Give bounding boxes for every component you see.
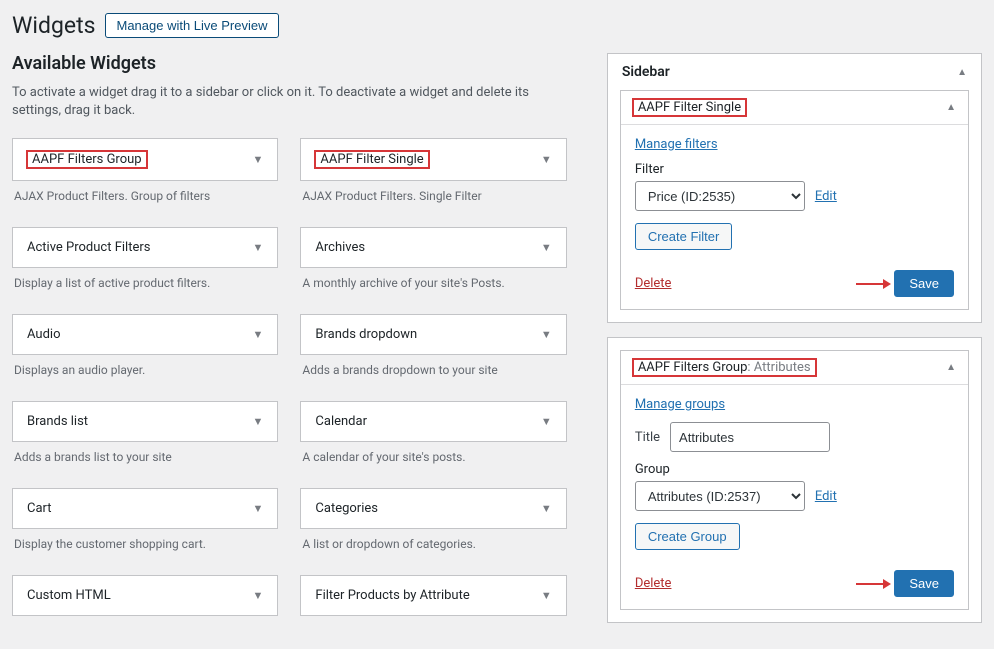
chevron-down-icon[interactable]: ▼ bbox=[253, 328, 264, 341]
available-widget: Cart ▼ Display the customer shopping cart. bbox=[12, 488, 278, 567]
widget-title: Custom HTML bbox=[27, 588, 111, 603]
group-label: Group bbox=[635, 462, 954, 477]
widget-handle[interactable]: Brands dropdown ▼ bbox=[300, 314, 566, 355]
widget-handle[interactable]: Custom HTML ▼ bbox=[12, 575, 278, 616]
widget-description: Display the customer shopping cart. bbox=[12, 529, 278, 567]
widget-subtitle: : Attributes bbox=[747, 360, 810, 375]
chevron-down-icon[interactable]: ▼ bbox=[253, 241, 264, 254]
widget-description: Display a list of active product filters… bbox=[12, 268, 278, 306]
available-widget: Calendar ▼ A calendar of your site's posts… bbox=[300, 401, 566, 480]
chevron-up-icon[interactable]: ▲ bbox=[946, 362, 956, 373]
widget-description: A monthly archive of your site's Posts. bbox=[300, 268, 566, 306]
chevron-up-icon[interactable]: ▲ bbox=[946, 102, 956, 113]
available-widget: Brands dropdown ▼ Adds a brands dropdown t… bbox=[300, 314, 566, 393]
sidebar-widget-filters-group: AAPF Filters Group: Attributes ▲ Manage … bbox=[620, 350, 969, 610]
chevron-down-icon[interactable]: ▼ bbox=[541, 589, 552, 602]
widget-description: A calendar of your site's posts. bbox=[300, 442, 566, 480]
chevron-down-icon[interactable]: ▼ bbox=[253, 415, 264, 428]
filter-label: Filter bbox=[635, 162, 954, 177]
widget-handle[interactable]: Filter Products by Attribute ▼ bbox=[300, 575, 566, 616]
available-widget: AAPF Filters Group ▼ AJAX Product Filters.… bbox=[12, 138, 278, 219]
widget-title: Active Product Filters bbox=[27, 240, 150, 255]
widget-header[interactable]: AAPF Filters Group: Attributes ▲ bbox=[621, 351, 968, 385]
widget-handle[interactable]: Cart ▼ bbox=[12, 488, 278, 529]
available-widget: Archives ▼ A monthly archive of your site'… bbox=[300, 227, 566, 306]
chevron-up-icon[interactable]: ▲ bbox=[957, 67, 967, 78]
sidebar-area-title: Sidebar bbox=[622, 64, 670, 80]
delete-link[interactable]: Delete bbox=[635, 276, 672, 291]
widget-handle[interactable]: Calendar ▼ bbox=[300, 401, 566, 442]
widget-handle[interactable]: Brands list ▼ bbox=[12, 401, 278, 442]
chevron-down-icon[interactable]: ▼ bbox=[253, 502, 264, 515]
live-preview-button[interactable]: Manage with Live Preview bbox=[105, 13, 278, 38]
sidebar-area-header[interactable]: Sidebar ▲ bbox=[608, 54, 981, 90]
widget-handle[interactable]: Categories ▼ bbox=[300, 488, 566, 529]
edit-group-link[interactable]: Edit bbox=[815, 489, 837, 504]
save-button[interactable]: Save bbox=[894, 570, 954, 597]
widget-description: Adds a brands dropdown to your site bbox=[300, 355, 566, 393]
widget-title: Filter Products by Attribute bbox=[315, 588, 469, 603]
available-widget: Brands list ▼ Adds a brands list to your s… bbox=[12, 401, 278, 480]
widget-handle[interactable]: AAPF Filter Single ▼ bbox=[300, 138, 566, 181]
sidebar-area: Sidebar ▲ AAPF Filter Single ▲ Manage fi… bbox=[607, 53, 982, 323]
available-widget: Custom HTML ▼ bbox=[12, 575, 278, 616]
create-filter-button[interactable]: Create Filter bbox=[635, 223, 733, 250]
available-widgets-heading: Available Widgets bbox=[12, 53, 567, 74]
widget-handle[interactable]: Active Product Filters ▼ bbox=[12, 227, 278, 268]
widget-title: AAPF Filters Group bbox=[638, 360, 748, 375]
widget-description: Displays an audio player. bbox=[12, 355, 278, 393]
chevron-down-icon[interactable]: ▼ bbox=[253, 589, 264, 602]
chevron-down-icon[interactable]: ▼ bbox=[541, 415, 552, 428]
widget-handle[interactable]: AAPF Filters Group ▼ bbox=[12, 138, 278, 181]
widget-description: AJAX Product Filters. Single Filter bbox=[300, 181, 566, 219]
widget-title: AAPF Filter Single bbox=[633, 99, 746, 116]
manage-groups-link[interactable]: Manage groups bbox=[635, 397, 725, 412]
arrow-right-icon bbox=[856, 283, 886, 285]
widget-title-wrap: AAPF Filters Group: Attributes bbox=[633, 359, 816, 376]
widget-title: AAPF Filter Single bbox=[315, 151, 428, 168]
widget-title: Brands list bbox=[27, 414, 88, 429]
widget-title: Cart bbox=[27, 501, 52, 516]
available-widget: Categories ▼ A list or dropdown of categor… bbox=[300, 488, 566, 567]
available-widget: Filter Products by Attribute ▼ bbox=[300, 575, 566, 616]
widget-handle[interactable]: Audio ▼ bbox=[12, 314, 278, 355]
chevron-down-icon[interactable]: ▼ bbox=[541, 502, 552, 515]
widget-title: Audio bbox=[27, 327, 60, 342]
available-widget: Active Product Filters ▼ Display a list of… bbox=[12, 227, 278, 306]
sidebar-widget-filters-group-wrapper: AAPF Filters Group: Attributes ▲ Manage … bbox=[607, 337, 982, 623]
edit-filter-link[interactable]: Edit bbox=[815, 189, 837, 204]
widget-description: A list or dropdown of categories. bbox=[300, 529, 566, 567]
page-title: Widgets bbox=[12, 12, 95, 39]
group-select[interactable]: Attributes (ID:2537) bbox=[635, 481, 805, 511]
widget-title: AAPF Filters Group bbox=[27, 151, 147, 168]
widget-title: Brands dropdown bbox=[315, 327, 417, 342]
widget-title: Archives bbox=[315, 240, 365, 255]
chevron-down-icon[interactable]: ▼ bbox=[541, 241, 552, 254]
widget-description: Adds a brands list to your site bbox=[12, 442, 278, 480]
sidebar-widget-filter-single: AAPF Filter Single ▲ Manage filters Filt… bbox=[620, 90, 969, 310]
filter-select[interactable]: Price (ID:2535) bbox=[635, 181, 805, 211]
title-label: Title bbox=[635, 430, 660, 445]
widget-description: AJAX Product Filters. Group of filters bbox=[12, 181, 278, 219]
manage-filters-link[interactable]: Manage filters bbox=[635, 137, 718, 152]
save-button[interactable]: Save bbox=[894, 270, 954, 297]
widget-title: Calendar bbox=[315, 414, 367, 429]
chevron-down-icon[interactable]: ▼ bbox=[253, 153, 264, 166]
title-input[interactable] bbox=[670, 422, 830, 452]
available-widget: AAPF Filter Single ▼ AJAX Product Filters.… bbox=[300, 138, 566, 219]
widget-handle[interactable]: Archives ▼ bbox=[300, 227, 566, 268]
chevron-down-icon[interactable]: ▼ bbox=[541, 328, 552, 341]
widget-title: Categories bbox=[315, 501, 378, 516]
available-widgets-desc: To activate a widget drag it to a sideba… bbox=[12, 84, 567, 120]
available-widget: Audio ▼ Displays an audio player. bbox=[12, 314, 278, 393]
delete-link[interactable]: Delete bbox=[635, 576, 672, 591]
create-group-button[interactable]: Create Group bbox=[635, 523, 740, 550]
widget-header[interactable]: AAPF Filter Single ▲ bbox=[621, 91, 968, 125]
arrow-right-icon bbox=[856, 583, 886, 585]
chevron-down-icon[interactable]: ▼ bbox=[541, 153, 552, 166]
